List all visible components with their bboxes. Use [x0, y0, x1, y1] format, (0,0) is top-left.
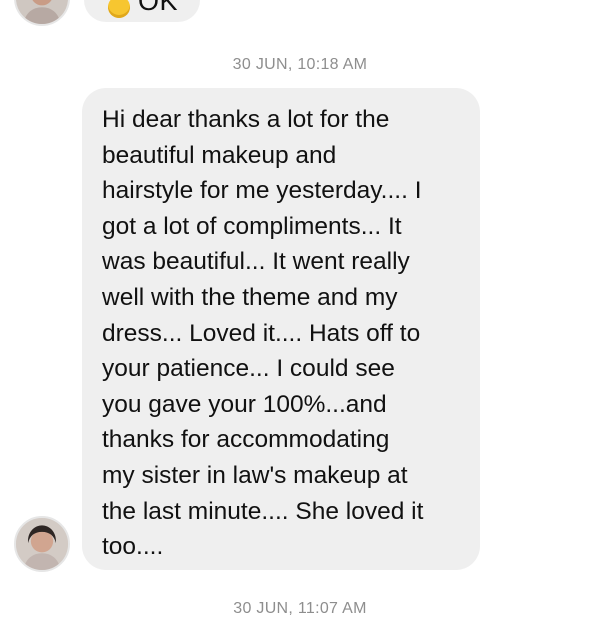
previous-message-bubble[interactable]: OK	[84, 0, 200, 22]
message-line: was beautiful... It went really	[102, 248, 410, 276]
message-line: too....	[102, 533, 164, 561]
message-line: beautiful makeup and	[102, 141, 337, 169]
message-line: thanks for accommodating	[102, 426, 390, 454]
sender-avatar[interactable]	[14, 0, 70, 26]
message-line: you gave your 100%...and	[102, 390, 387, 418]
message-timestamp: 30 JUN, 11:07 AM	[233, 600, 367, 617]
message-line: dress... Loved it.... Hats off to	[102, 319, 421, 347]
message-line: the last minute.... She loved it	[102, 497, 424, 525]
message-line: Hi dear thanks a lot for the	[102, 106, 390, 133]
message-text: Hi dear thanks a lot for the beautiful m…	[102, 102, 462, 565]
thumbs-up-emoji-icon	[108, 0, 130, 18]
message-timestamp: 30 JUN, 10:18 AM	[232, 56, 368, 73]
message-line: well with the theme and my	[102, 283, 398, 311]
avatar-photo	[16, 0, 68, 24]
avatar-photo	[16, 518, 68, 570]
message-line: your patience... I could see	[102, 355, 395, 383]
message-bubble[interactable]: Hi dear thanks a lot for the beautiful m…	[82, 88, 480, 570]
message-line: my sister in law's makeup at	[102, 461, 408, 489]
message-line: hairstyle for me yesterday.... I	[102, 177, 422, 205]
message-line: got a lot of compliments... It	[102, 212, 402, 240]
sender-avatar[interactable]	[14, 516, 70, 572]
previous-message-text: OK	[138, 0, 179, 16]
chat-thread[interactable]: OK 30 JUN, 10:18 AM Hi dear thanks a lot…	[0, 0, 600, 623]
